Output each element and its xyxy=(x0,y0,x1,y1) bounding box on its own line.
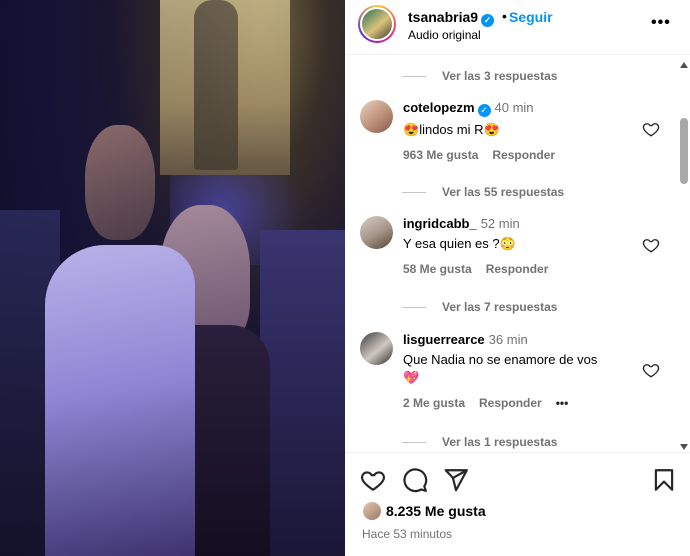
commenter-username[interactable]: lisguerrearce xyxy=(403,332,485,347)
scroll-thumb[interactable] xyxy=(680,118,688,184)
comment-text: Que Nadia no se enamore de vos 💖 xyxy=(403,352,598,385)
commenter-avatar[interactable] xyxy=(360,100,393,133)
comment-text: 😍lindos mi R😍 xyxy=(403,122,500,137)
view-replies-button[interactable]: Ver las 1 respuestas xyxy=(402,434,557,450)
audio-label[interactable]: Audio original xyxy=(408,28,481,42)
comment-likes[interactable]: 58 Me gusta xyxy=(403,262,472,276)
heart-icon[interactable] xyxy=(642,236,660,254)
comments-list: Ver las 3 respuestas cotelopezm ✓ 40 min 😍… xyxy=(345,56,680,452)
heart-icon[interactable] xyxy=(642,120,660,138)
crowd-right xyxy=(260,230,345,556)
reply-button[interactable]: Responder xyxy=(486,262,549,276)
reply-button[interactable]: Responder xyxy=(479,396,542,410)
reply-button[interactable]: Responder xyxy=(492,148,555,162)
man-figure xyxy=(45,125,195,556)
heart-icon[interactable] xyxy=(642,361,660,379)
comment-icon[interactable] xyxy=(402,467,428,493)
follow-button[interactable]: Seguir xyxy=(509,9,553,25)
author-username[interactable]: tsanabria9 ✓ xyxy=(408,9,495,27)
comment-likes[interactable]: 2 Me gusta xyxy=(403,396,465,410)
more-icon[interactable]: ••• xyxy=(556,396,569,410)
author-avatar[interactable] xyxy=(358,5,396,43)
bookmark-icon[interactable] xyxy=(651,467,677,493)
comments-scrollbar[interactable] xyxy=(678,58,690,452)
scroll-down-arrow[interactable] xyxy=(680,444,688,450)
likes-count[interactable]: 8.235 Me gusta xyxy=(386,503,486,519)
commenter-avatar[interactable] xyxy=(360,216,393,249)
heart-icon[interactable] xyxy=(360,467,386,493)
post-panel: tsanabria9 ✓ • Seguir Audio original ••• … xyxy=(345,0,690,556)
scroll-up-arrow[interactable] xyxy=(680,62,688,68)
comment-time: 40 min xyxy=(494,100,534,115)
comment-likes[interactable]: 963 Me gusta xyxy=(403,148,478,162)
commenter-username[interactable]: cotelopezm xyxy=(403,100,475,115)
post-time: Hace 53 minutos xyxy=(362,527,453,541)
commenter-avatar[interactable] xyxy=(360,332,393,365)
liker-avatar xyxy=(362,501,382,521)
view-replies-button[interactable]: Ver las 3 respuestas xyxy=(402,68,557,84)
share-icon[interactable] xyxy=(443,467,469,493)
post-header: tsanabria9 ✓ • Seguir Audio original ••• xyxy=(345,0,690,55)
comment-text: Y esa quien es ?😳 xyxy=(403,236,516,251)
post-actions: 8.235 Me gusta Hace 53 minutos xyxy=(345,452,690,556)
performer-on-screen xyxy=(194,0,238,170)
view-replies-button[interactable]: Ver las 7 respuestas xyxy=(402,299,557,315)
verified-icon: ✓ xyxy=(477,104,491,117)
comment-time: 52 min xyxy=(480,216,520,231)
verified-icon: ✓ xyxy=(481,14,495,27)
comment-time: 36 min xyxy=(488,332,528,347)
commenter-username[interactable]: ingridcabb_ xyxy=(403,216,477,231)
separator-dot: • xyxy=(502,8,507,24)
post-media[interactable] xyxy=(0,0,345,556)
view-replies-button[interactable]: Ver las 55 respuestas xyxy=(402,184,564,200)
more-icon[interactable]: ••• xyxy=(651,14,671,32)
